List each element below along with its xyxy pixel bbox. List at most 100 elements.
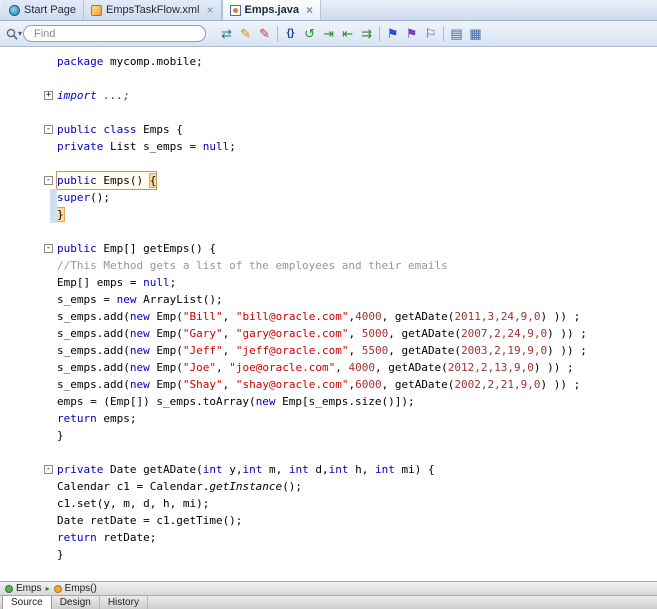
view-tab-history[interactable]: History: [100, 596, 148, 609]
code-token: Emp[s_emps.size()]);: [275, 395, 415, 408]
code-line[interactable]: Emp[] emps = null;: [0, 274, 657, 291]
gutter: -: [0, 121, 57, 138]
gutter: [0, 189, 57, 206]
breadcrumb-label: Emps: [16, 583, 42, 594]
code-text: //This Method gets a list of the employe…: [57, 257, 448, 274]
indent-icon[interactable]: ⇥: [319, 24, 338, 43]
code-line[interactable]: //This Method gets a list of the employe…: [0, 257, 657, 274]
breadcrumb-item[interactable]: Emps: [5, 583, 42, 594]
collapse-icon[interactable]: -: [44, 465, 53, 474]
gutter: [0, 359, 57, 376]
tab-Emps.java[interactable]: Emps.java ×: [221, 0, 321, 20]
gutter: [0, 138, 57, 155]
code-line[interactable]: Calendar c1 = Calendar.getInstance();: [0, 478, 657, 495]
move-block-icon[interactable]: ⇉: [357, 24, 376, 43]
navigate-swap-icon[interactable]: ⇄: [217, 24, 236, 43]
collapse-icon[interactable]: -: [44, 244, 53, 253]
gutter: [0, 104, 57, 121]
code-editor[interactable]: package mycomp.mobile; + import ...; - publi…: [0, 47, 657, 581]
expand-icon[interactable]: +: [44, 91, 53, 100]
code-line[interactable]: emps = (Emp[]) s_emps.toArray(new Emp[s_…: [0, 393, 657, 410]
breadcrumb-method-icon: [53, 584, 62, 593]
code-text: Date retDate = c1.getTime();: [57, 512, 242, 529]
code-token: ) )) ;: [533, 361, 574, 374]
code-line[interactable]: [0, 155, 657, 172]
code-line[interactable]: s_emps.add(new Emp("Joe", "joe@oracle.co…: [0, 359, 657, 376]
code-token: 5500: [361, 344, 389, 357]
code-line[interactable]: s_emps.add(new Emp("Jeff", "jeff@oracle.…: [0, 342, 657, 359]
code-line[interactable]: [0, 70, 657, 87]
toolbar-separator: [443, 25, 445, 42]
code-token: Emp(: [149, 361, 183, 374]
gutter: [0, 206, 57, 223]
view-tab-design[interactable]: Design: [52, 596, 100, 609]
code-text: c1.set(y, m, d, h, mi);: [57, 495, 209, 512]
code-line[interactable]: - private Date getADate(int y,int m, int …: [0, 461, 657, 478]
tab-EmpsTaskFlow.xml[interactable]: EmpsTaskFlow.xml ×: [83, 0, 222, 20]
find-input[interactable]: [23, 25, 207, 42]
toggle-bookmark-icon[interactable]: ⚑: [383, 24, 402, 43]
tab-Start Page[interactable]: Start Page: [2, 0, 84, 20]
code-line[interactable]: Date retDate = c1.getTime();: [0, 512, 657, 529]
outdent-icon[interactable]: ⇤: [338, 24, 357, 43]
bottom-tabbar: Source Design History: [0, 595, 657, 609]
next-bookmark-icon[interactable]: ⚑: [402, 24, 421, 43]
code-line[interactable]: return retDate;: [0, 529, 657, 546]
code-text: import ...;: [57, 87, 130, 104]
reformat-icon[interactable]: ↺: [300, 24, 319, 43]
breadcrumb-label: Emps(): [64, 583, 97, 594]
code-token: ,: [348, 327, 362, 340]
gutter: [0, 512, 57, 529]
code-text: public Emp[] getEmps() {: [57, 240, 216, 257]
gutter: [0, 342, 57, 359]
close-tab-icon[interactable]: ×: [207, 4, 214, 16]
code-line[interactable]: s_emps.add(new Emp("Bill", "bill@oracle.…: [0, 308, 657, 325]
code-token: 4000: [355, 310, 382, 323]
mark-pen-icon[interactable]: ✎: [255, 24, 274, 43]
code-text: s_emps.add(new Emp("Joe", "joe@oracle.co…: [57, 359, 574, 376]
code-line[interactable]: c1.set(y, m, d, h, mi);: [0, 495, 657, 512]
tab-label: Emps.java: [244, 4, 299, 16]
gutter: [0, 223, 57, 240]
code-line[interactable]: s_emps = new ArrayList();: [0, 291, 657, 308]
view-tab-source[interactable]: Source: [2, 596, 52, 609]
code-line[interactable]: }: [0, 546, 657, 563]
breadcrumb-item[interactable]: Emps(): [53, 583, 97, 594]
collapse-icon[interactable]: -: [44, 176, 53, 185]
code-token: new: [129, 344, 150, 357]
code-line[interactable]: + import ...;: [0, 87, 657, 104]
code-line[interactable]: package mycomp.mobile;: [0, 53, 657, 70]
code-line[interactable]: - public Emp[] getEmps() {: [0, 240, 657, 257]
code-line[interactable]: s_emps.add(new Emp("Gary", "gary@oracle.…: [0, 325, 657, 342]
code-line[interactable]: - public Emps() {: [0, 171, 657, 190]
code-line[interactable]: super();: [0, 189, 657, 206]
close-tab-icon[interactable]: ×: [306, 4, 313, 16]
braces-icon[interactable]: {}: [281, 24, 300, 43]
collapse-icon[interactable]: -: [44, 125, 53, 134]
code-token: y,: [222, 463, 243, 476]
code-line[interactable]: [0, 444, 657, 461]
code-token: 2003,2,19,9,0: [461, 344, 548, 357]
quick-outline-icon[interactable]: ▦: [466, 24, 485, 43]
code-token: package: [57, 55, 104, 68]
code-line[interactable]: return emps;: [0, 410, 657, 427]
code-token: ,: [215, 361, 230, 374]
code-token: emps = (Emp[]) s_emps.toArray(: [57, 395, 256, 408]
code-token: getInstance: [209, 480, 283, 493]
code-token: new: [116, 293, 137, 306]
code-line[interactable]: }: [0, 427, 657, 444]
code-line[interactable]: - public class Emps {: [0, 121, 657, 138]
code-line[interactable]: private List s_emps = null;: [0, 138, 657, 155]
code-token: emps;: [96, 412, 137, 425]
prev-bookmark-icon[interactable]: ⚐: [421, 24, 440, 43]
code-line[interactable]: }: [0, 206, 657, 223]
find-options-icon[interactable]: ▾: [5, 27, 22, 41]
code-line[interactable]: s_emps.add(new Emp("Shay", "shay@oracle.…: [0, 376, 657, 393]
code-line[interactable]: [0, 223, 657, 240]
gutter: [0, 155, 57, 172]
highlight-pen-icon[interactable]: ✎: [236, 24, 255, 43]
code-line[interactable]: [0, 104, 657, 121]
code-preview-icon[interactable]: ▤: [447, 24, 466, 43]
breadcrumb-class-icon: [5, 584, 13, 593]
code-token: null: [143, 276, 170, 289]
